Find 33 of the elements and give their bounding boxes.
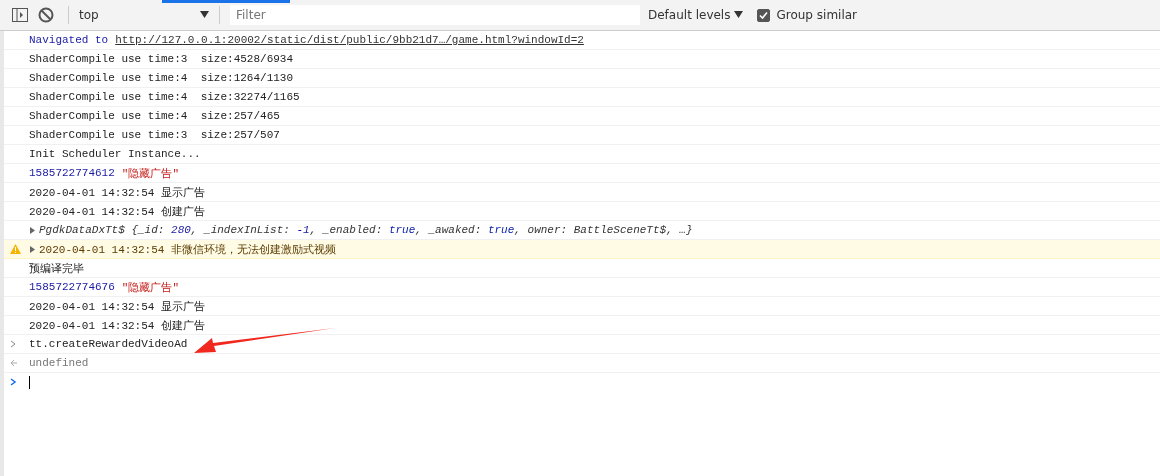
log-message: ShaderCompile use time:3 size:4528/6934 bbox=[29, 53, 294, 65]
console-command: tt.createRewardedVideoAd bbox=[29, 338, 188, 350]
log-string: "隐藏广告" bbox=[121, 166, 180, 181]
log-message: 2020-04-01 14:32:54 创建广告 bbox=[29, 318, 206, 333]
page-link[interactable]: http://127.0.0.1:20002/static/dist/public/9bb21d7…/game.html?windowId=2 bbox=[115, 34, 584, 46]
log-number: 1585722774612 bbox=[29, 167, 115, 179]
console-result: undefined bbox=[29, 357, 89, 369]
text-cursor[interactable] bbox=[29, 375, 30, 389]
log-message: 2020-04-01 14:32:54 显示广告 bbox=[29, 185, 206, 200]
log-message: ShaderCompile use time:3 size:257/507 bbox=[29, 129, 280, 141]
expand-triangle-icon[interactable] bbox=[29, 226, 36, 234]
log-message: 2020-04-01 14:32:54 显示广告 bbox=[29, 299, 206, 314]
log-message: ShaderCompile use time:4 size:32274/1165 bbox=[29, 91, 300, 103]
log-string: "隐藏广告" bbox=[121, 280, 180, 295]
log-message: Init Scheduler Instance... bbox=[29, 148, 201, 160]
sidebar-toggle-icon[interactable] bbox=[10, 5, 30, 25]
log-message: ShaderCompile use time:4 size:1264/1130 bbox=[29, 72, 294, 84]
clear-icon[interactable] bbox=[36, 5, 56, 25]
navigation-label: Navigated to bbox=[29, 34, 109, 46]
warning-message: 2020-04-01 14:32:54 非微信环境，无法创建激励式视频 bbox=[39, 242, 337, 257]
object-preview: PgdkDataDxTt$ {_id: 280, _indexInList: -1, _enabled: true, _awaked: true, owner: BattleSceneTt$, …} bbox=[39, 224, 693, 236]
log-number: 1585722774676 bbox=[29, 281, 115, 293]
group-similar-label: Group similar bbox=[776, 8, 858, 22]
log-message: ShaderCompile use time:4 size:257/465 bbox=[29, 110, 280, 122]
log-message: 预编译完毕 bbox=[29, 261, 84, 276]
expand-triangle-icon[interactable] bbox=[29, 245, 36, 253]
caret-icon bbox=[734, 10, 744, 20]
log-message: 2020-04-01 14:32:54 创建广告 bbox=[29, 204, 206, 219]
context-select[interactable]: top bbox=[75, 5, 213, 25]
caret-icon bbox=[200, 10, 209, 20]
group-similar-checkbox[interactable] bbox=[757, 8, 771, 22]
levels-dropdown[interactable]: Default levels bbox=[644, 5, 748, 25]
filter-field[interactable]: Filter bbox=[230, 5, 640, 25]
